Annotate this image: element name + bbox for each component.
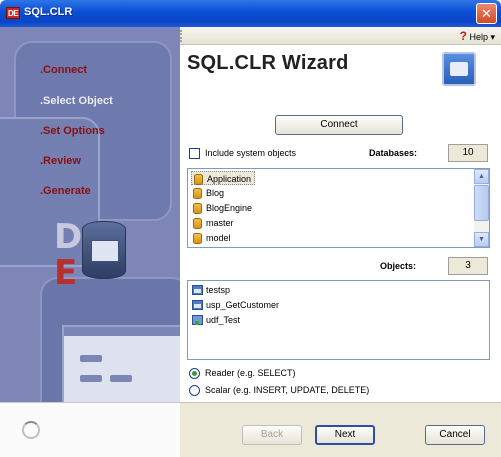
page-title: SQL.CLR Wizard [187,52,349,74]
databases-count: 10 [448,144,488,162]
database-icon [194,174,203,185]
help-label: Help ▾ [469,32,495,42]
databases-scrollbar[interactable]: ▲ ▼ [474,169,489,247]
scalar-radio[interactable] [189,385,200,396]
help-icon: ? [459,29,467,43]
logo-letter-e: E [54,253,78,293]
step-connect: .Connect [40,64,88,76]
close-button[interactable]: ✕ [476,3,497,24]
database-icon [193,233,202,244]
list-item[interactable]: master [191,216,237,230]
toolbar: ? Help ▾ [180,27,501,45]
database-icon [193,203,202,214]
function-icon [192,315,203,325]
back-button[interactable]: Back [242,425,302,445]
include-system-objects-label: Include system objects [205,148,297,158]
title-bar[interactable]: DE SQL.CLR ✕ [0,0,501,27]
wizard-icon [442,52,476,86]
step-select-object: .Select Object [40,95,113,107]
reader-radio[interactable] [189,368,200,379]
toolbar-grip[interactable] [180,30,183,42]
objects-count: 3 [448,257,488,275]
list-item[interactable]: testsp [191,283,233,297]
list-item[interactable]: usp_GetCustomer [191,298,282,312]
database-illustration-icon [82,221,126,279]
wizard-page: ? Help ▾ SQL.CLR Wizard Connect Include … [180,27,501,402]
scroll-up-icon[interactable]: ▲ [474,169,489,184]
status-area [0,402,180,457]
include-system-objects-checkbox[interactable] [189,148,200,159]
objects-label: Objects: [380,261,417,271]
step-set-options: .Set Options [40,125,105,137]
step-review: .Review [40,155,81,167]
list-item[interactable]: Blog [191,186,227,200]
procedure-icon [192,300,203,310]
procedure-icon [192,285,203,295]
window-illustration-icon [62,325,180,402]
window-title: SQL.CLR [24,6,73,18]
wizard-sidebar: .Connect .Select Object .Set Options .Re… [0,27,180,402]
list-item[interactable]: udf_Test [191,313,243,327]
wizard-button-bar: Back Next Cancel [180,402,501,457]
objects-list[interactable]: testsp usp_GetCustomer udf_Test [187,280,490,360]
database-icon [193,218,202,229]
busy-spinner-icon [22,421,40,439]
database-icon [193,188,202,199]
reader-radio-label: Reader (e.g. SELECT) [205,368,296,378]
scalar-radio-label: Scalar (e.g. INSERT, UPDATE, DELETE) [205,385,370,395]
databases-list[interactable]: Application Blog BlogEngine master model… [187,168,490,248]
scroll-thumb[interactable] [474,185,489,221]
databases-label: Databases: [369,148,418,158]
help-button[interactable]: ? Help ▾ [460,29,495,43]
list-item[interactable]: model [191,231,234,245]
connect-label: Connect [320,119,358,130]
list-item[interactable]: BlogEngine [191,201,255,215]
next-button[interactable]: Next [315,425,375,445]
list-item[interactable]: Application [191,171,256,185]
scroll-down-icon[interactable]: ▼ [474,232,489,247]
app-icon: DE [6,7,20,19]
connect-button[interactable]: Connect [275,115,403,135]
logo-letter-d: D [54,217,83,257]
cancel-button[interactable]: Cancel [425,425,485,445]
step-generate: .Generate [40,185,91,197]
